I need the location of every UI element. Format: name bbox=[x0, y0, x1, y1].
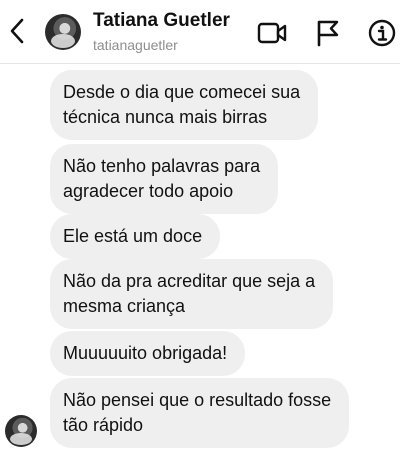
message-line: Ele está um doce bbox=[63, 226, 203, 246]
chevron-left-icon bbox=[10, 18, 24, 44]
contact-name[interactable]: Tatiana Guetler bbox=[93, 10, 230, 32]
message-line: Muuuuuito obrigada! bbox=[63, 343, 228, 363]
dm-thread-screen: Tatiana Guetler tatianaguetler Desde o d… bbox=[0, 0, 400, 459]
profile-avatar[interactable] bbox=[45, 14, 81, 50]
report-button[interactable] bbox=[313, 18, 343, 48]
message-bubble[interactable]: Não tenho palavras para agradecer todo a… bbox=[50, 144, 279, 214]
message-bubble[interactable]: Não da pra acreditar que seja a mesma cr… bbox=[50, 259, 334, 329]
message-line: agradecer todo apoio bbox=[63, 181, 234, 201]
video-camera-icon bbox=[257, 22, 287, 44]
message-line: Não pensei que o resultado fosse bbox=[63, 390, 332, 410]
message-line: Desde o dia que comecei sua bbox=[63, 82, 301, 102]
message-line: Não da pra acreditar que seja a bbox=[63, 271, 316, 291]
message-bubble[interactable]: Desde o dia que comecei sua técnica nunc… bbox=[50, 70, 319, 140]
sender-avatar[interactable] bbox=[5, 415, 37, 447]
info-button[interactable] bbox=[367, 18, 397, 48]
message-line: técnica nunca mais birras bbox=[63, 107, 268, 127]
flag-icon bbox=[317, 20, 339, 47]
message-line: mesma criança bbox=[63, 296, 186, 316]
message-bubble[interactable]: Muuuuuito obrigada! bbox=[50, 331, 246, 376]
message-bubble[interactable]: Ele está um doce bbox=[50, 214, 221, 259]
message-line: Não tenho palavras para bbox=[63, 156, 261, 176]
chat-header: Tatiana Guetler tatianaguetler bbox=[0, 0, 400, 64]
back-button[interactable] bbox=[6, 16, 28, 46]
contact-username: tatianaguetler bbox=[93, 37, 178, 53]
video-call-button[interactable] bbox=[257, 18, 287, 48]
message-line: tão rápido bbox=[63, 415, 144, 435]
message-bubble[interactable]: Não pensei que o resultado fosse tão ráp… bbox=[50, 378, 350, 448]
info-icon bbox=[368, 19, 396, 47]
